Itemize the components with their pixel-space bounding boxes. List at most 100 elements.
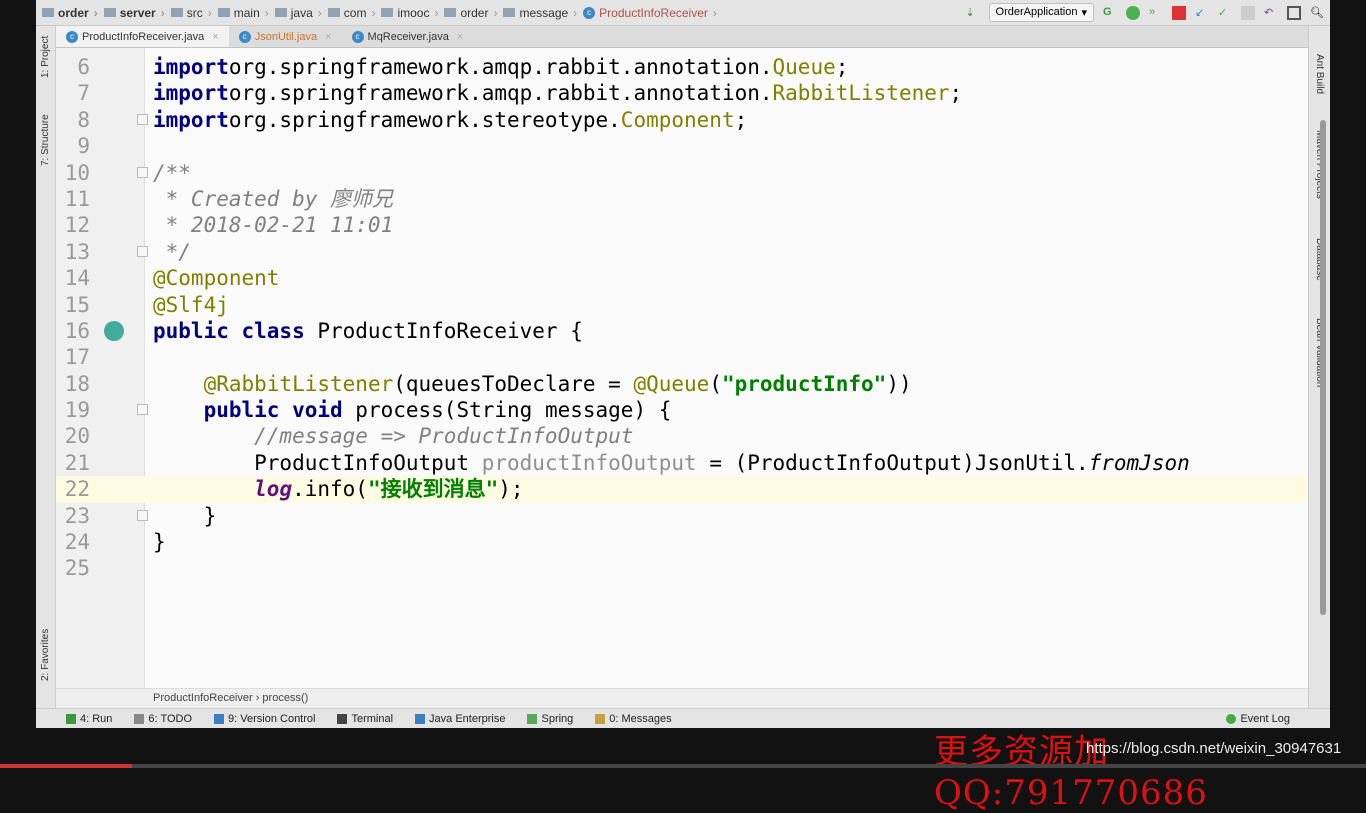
tab-mqreceiver-java[interactable]: c MqReceiver.java × — [342, 26, 474, 47]
tool-label: Java Enterprise — [429, 712, 506, 725]
vcs-history-icon[interactable] — [1241, 5, 1255, 20]
fold-icon[interactable] — [137, 166, 148, 178]
vcs-commit-icon[interactable]: ✓ — [1218, 6, 1232, 20]
code-token: ; — [949, 81, 963, 106]
code-line[interactable]: 6 importorg.springframework.amqp.rabbit.a… — [56, 54, 1308, 80]
code-token: * Created by 廖师兄 — [153, 186, 394, 211]
tool--version-control[interactable]: 9: Version Control — [214, 713, 315, 725]
code-line[interactable]: 20 //message => ProductInfoOutput — [56, 423, 1308, 449]
code-line[interactable]: 11 * Created by 廖师兄 — [56, 186, 1308, 212]
breadcrumb-item[interactable]: server › — [103, 5, 165, 20]
line-number: 20 — [64, 424, 90, 449]
code-token: ProductInfoReceiver { — [304, 318, 583, 343]
code-line[interactable]: 16 public class ProductInfoReceiver { — [56, 318, 1308, 344]
code-text: public void process(String message) { — [153, 397, 672, 423]
video-progress[interactable] — [0, 764, 132, 768]
code-line[interactable]: 12 * 2018-02-21 11:01 — [56, 212, 1308, 238]
breadcrumb-item[interactable]: com › — [327, 6, 375, 20]
code-line[interactable]: 14 @Component — [56, 265, 1308, 291]
run-config-select[interactable]: OrderApplication ▾ — [988, 3, 1094, 22]
tool--messages[interactable]: 0: Messages — [595, 713, 672, 725]
close-icon[interactable]: × — [457, 31, 463, 43]
tab-jsonutil-java[interactable]: c JsonUtil.java × — [229, 26, 342, 47]
code-token: "接收到消息" — [367, 477, 499, 502]
code-line[interactable]: 19 public void process(String message) { — [56, 397, 1308, 423]
folder-icon — [103, 8, 116, 17]
revert-icon[interactable]: ↶ — [1264, 6, 1278, 20]
build-icon[interactable]: ⇣ — [966, 6, 980, 20]
code-line[interactable]: 21 ProductInfoOutput productInfoOutput =… — [56, 450, 1308, 476]
editor-breadcrumb[interactable]: ProductInfoReceiver › process() — [56, 688, 1308, 708]
tool-favorites[interactable]: 2: Favorites — [40, 629, 51, 681]
folder-icon — [274, 8, 287, 17]
code-line[interactable]: 18 @RabbitListener(queuesToDeclare = @Qu… — [56, 371, 1308, 397]
fold-icon[interactable] — [137, 404, 148, 416]
folder-icon — [444, 8, 457, 17]
class-gutter-icon[interactable] — [104, 320, 124, 341]
vcs-update-icon[interactable]: ↙ — [1195, 6, 1209, 20]
tool-java-enterprise[interactable]: Java Enterprise — [415, 713, 505, 725]
code-line[interactable]: 10 /** — [56, 160, 1308, 186]
todo-icon — [134, 713, 145, 724]
stop-icon[interactable] — [1172, 5, 1186, 20]
code-token: (queuesToDeclare = — [393, 371, 634, 396]
code-token: .info( — [292, 477, 368, 502]
chevron-right-icon: › — [207, 5, 212, 20]
breadcrumb-item[interactable]: order › — [42, 6, 98, 20]
code-line[interactable]: 22 log.info("接收到消息"); — [56, 476, 1308, 503]
watermark-url: https://blog.csdn.net/weixin_30947631 — [1086, 740, 1342, 757]
code-line[interactable]: 8 importorg.springframework.stereotype.Co… — [56, 107, 1308, 133]
editor-scrollbar[interactable] — [1320, 120, 1326, 615]
line-number: 7 — [77, 81, 90, 106]
code-line[interactable]: 15 @Slf4j — [56, 292, 1308, 318]
chevron-right-icon: › — [317, 5, 322, 20]
breadcrumb-item[interactable]: order › — [444, 6, 497, 20]
coverage-icon[interactable]: » — [1149, 6, 1163, 20]
tool--todo[interactable]: 6: TODO — [134, 713, 192, 725]
breadcrumb-item[interactable]: main › — [217, 6, 269, 20]
close-icon[interactable]: × — [325, 31, 331, 43]
project-structure-icon[interactable] — [1287, 5, 1301, 20]
tool--run[interactable]: 4: Run — [66, 713, 112, 725]
close-icon[interactable]: × — [212, 31, 218, 43]
rerun-icon[interactable]: G — [1103, 6, 1117, 20]
tool-structure[interactable]: 7: Structure — [40, 114, 51, 166]
code-line[interactable]: 23 } — [56, 503, 1308, 529]
code-token: "productInfo" — [721, 371, 887, 396]
fold-icon[interactable] — [137, 113, 148, 125]
code-text: * Created by 廖师兄 — [153, 186, 393, 212]
tab-productinforeceiver-java[interactable]: c ProductInfoReceiver.java × — [56, 26, 229, 47]
fold-icon[interactable] — [137, 245, 148, 257]
breadcrumb-item[interactable]: message › — [503, 6, 577, 20]
breadcrumb-label: java — [290, 5, 313, 20]
code-line[interactable]: 24} — [56, 529, 1308, 555]
ide-window: order › server › src › main › java › com › imooc › ord… — [36, 0, 1330, 728]
tool-spring[interactable]: Spring — [527, 713, 573, 725]
video-progress-track[interactable] — [132, 764, 1366, 768]
breadcrumb-item[interactable]: src › — [170, 5, 212, 20]
breadcrumb-item[interactable]: c ProductInfoReceiver › — [583, 6, 717, 20]
fold-icon[interactable] — [137, 509, 148, 521]
tool-terminal[interactable]: Terminal — [337, 713, 393, 725]
terminal-icon — [337, 713, 348, 724]
tool-ant-build[interactable]: Ant Build — [1314, 54, 1325, 94]
code-line[interactable]: 7 importorg.springframework.amqp.rabbit.a… — [56, 80, 1308, 106]
line-number: 8 — [77, 107, 90, 132]
breadcrumb-item[interactable]: java › — [274, 5, 322, 20]
code-token: /** — [153, 160, 191, 185]
line-number: 12 — [64, 213, 90, 238]
code-line[interactable]: 9 — [56, 133, 1308, 159]
code-line[interactable]: 17 — [56, 344, 1308, 370]
tool-label: Spring — [541, 712, 574, 725]
code-line[interactable]: 25 — [56, 555, 1308, 581]
code-line[interactable]: 13 */ — [56, 239, 1308, 265]
search-icon[interactable]: 🔍︎ — [1310, 6, 1324, 20]
code-editor[interactable]: 6 importorg.springframework.amqp.rabbit.a… — [56, 48, 1308, 688]
main-toolbar: ⇣ OrderApplication ▾ G » ↙ ✓ ↶ 🔍︎ — [966, 3, 1324, 22]
version-control-icon — [214, 713, 225, 724]
debug-icon[interactable] — [1126, 5, 1140, 20]
chevron-right-icon: › — [160, 5, 165, 20]
tool-project[interactable]: 1: Project — [40, 36, 51, 78]
breadcrumb-item[interactable]: imooc › — [381, 6, 438, 20]
